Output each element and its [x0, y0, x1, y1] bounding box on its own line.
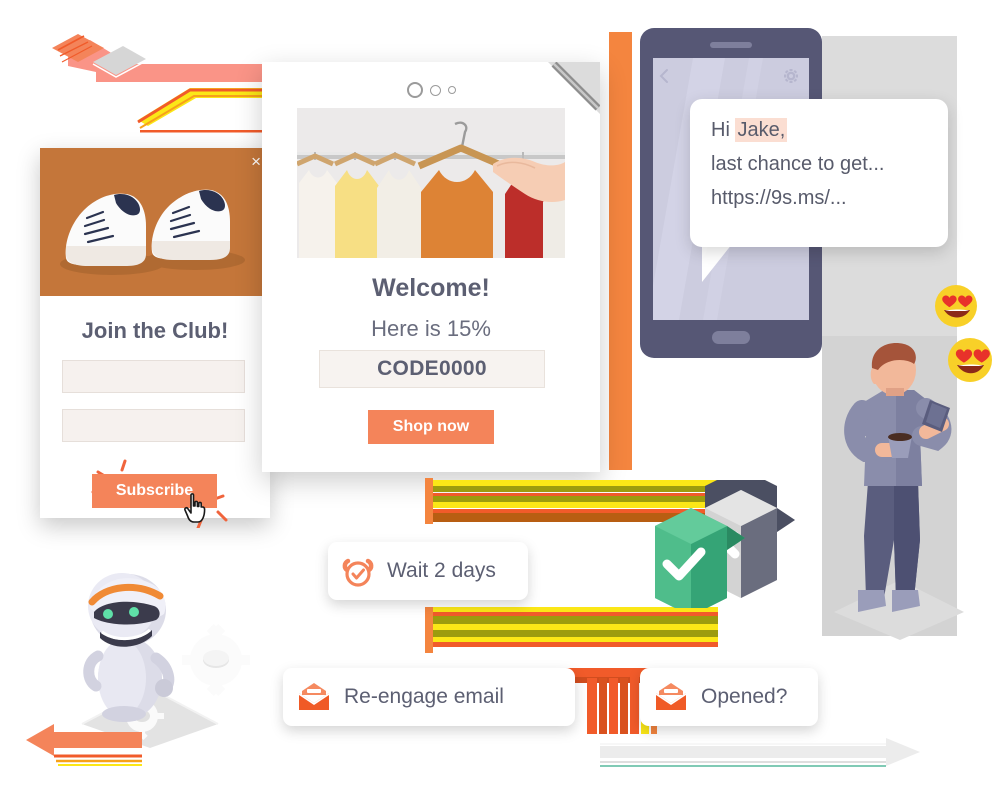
- email-hero-image: [297, 108, 565, 258]
- flow-arrow-left-icon: [26, 724, 142, 766]
- workflow-card-wait[interactable]: Wait 2 days: [328, 542, 528, 600]
- close-icon[interactable]: ×: [251, 153, 261, 170]
- heart-eyes-emoji: [948, 338, 992, 382]
- workflow-card-reengage[interactable]: Re-engage email: [283, 668, 575, 726]
- open-envelope-icon: [299, 683, 329, 710]
- bubble-tail: [702, 244, 732, 282]
- popup-title: Join the Club!: [81, 318, 229, 343]
- illustration-canvas: × Join the Club! Subscribe Welcome! Here…: [0, 0, 1000, 785]
- popup-product-image: ×: [40, 148, 270, 296]
- sms-line-2: last chance to get...: [711, 153, 885, 175]
- heart-eyes-emoji: [935, 285, 977, 327]
- person-with-phone-illustration: [834, 343, 964, 640]
- promo-code[interactable]: CODE0000: [319, 350, 545, 388]
- sms-greeting: Hi: [711, 119, 736, 141]
- signup-popup[interactable]: × Join the Club! Subscribe: [40, 148, 270, 528]
- email-field[interactable]: [62, 360, 245, 393]
- email-heading: Welcome!: [372, 274, 490, 302]
- alarm-clock-check-icon: [342, 558, 374, 587]
- dot-medium-icon: [429, 84, 441, 96]
- email-subheading: Here is 15%: [371, 316, 491, 341]
- name-field[interactable]: [62, 409, 245, 442]
- orange-accent-bar: [609, 32, 632, 470]
- phone-speaker: [710, 42, 752, 48]
- branch-badges: [655, 480, 795, 608]
- sms-personalization-token: Jake,: [735, 118, 788, 142]
- flow-connector-lower: [425, 607, 718, 653]
- sms-line-1: Hi Jake,: [690, 118, 948, 142]
- workflow-card-opened[interactable]: Opened?: [640, 668, 818, 726]
- sms-line-3: https://9s.ms/...: [711, 187, 847, 209]
- dot-large-icon: [406, 82, 423, 98]
- workflow-card-wait-label: Wait 2 days: [387, 559, 496, 582]
- sms-bubble: Hi Jake, last chance to get... https://9…: [690, 99, 948, 247]
- folded-corner-icon: [548, 62, 600, 114]
- flow-arrow-up-left-icon: [52, 34, 280, 133]
- hand-cursor-icon: [184, 493, 206, 523]
- phone-home-button[interactable]: [712, 331, 750, 344]
- popup-form: Join the Club! Subscribe: [40, 296, 270, 528]
- workflow-card-reengage-label: Re-engage email: [344, 685, 504, 708]
- open-envelope-icon: [656, 683, 686, 710]
- dot-small-icon: [447, 86, 456, 94]
- shop-now-button[interactable]: Shop now: [368, 410, 494, 444]
- workflow-card-opened-label: Opened?: [701, 685, 788, 708]
- flow-arrow-right-icon: [600, 738, 920, 767]
- welcome-email-card[interactable]: Welcome! Here is 15% CODE0000 Shop now: [262, 62, 600, 472]
